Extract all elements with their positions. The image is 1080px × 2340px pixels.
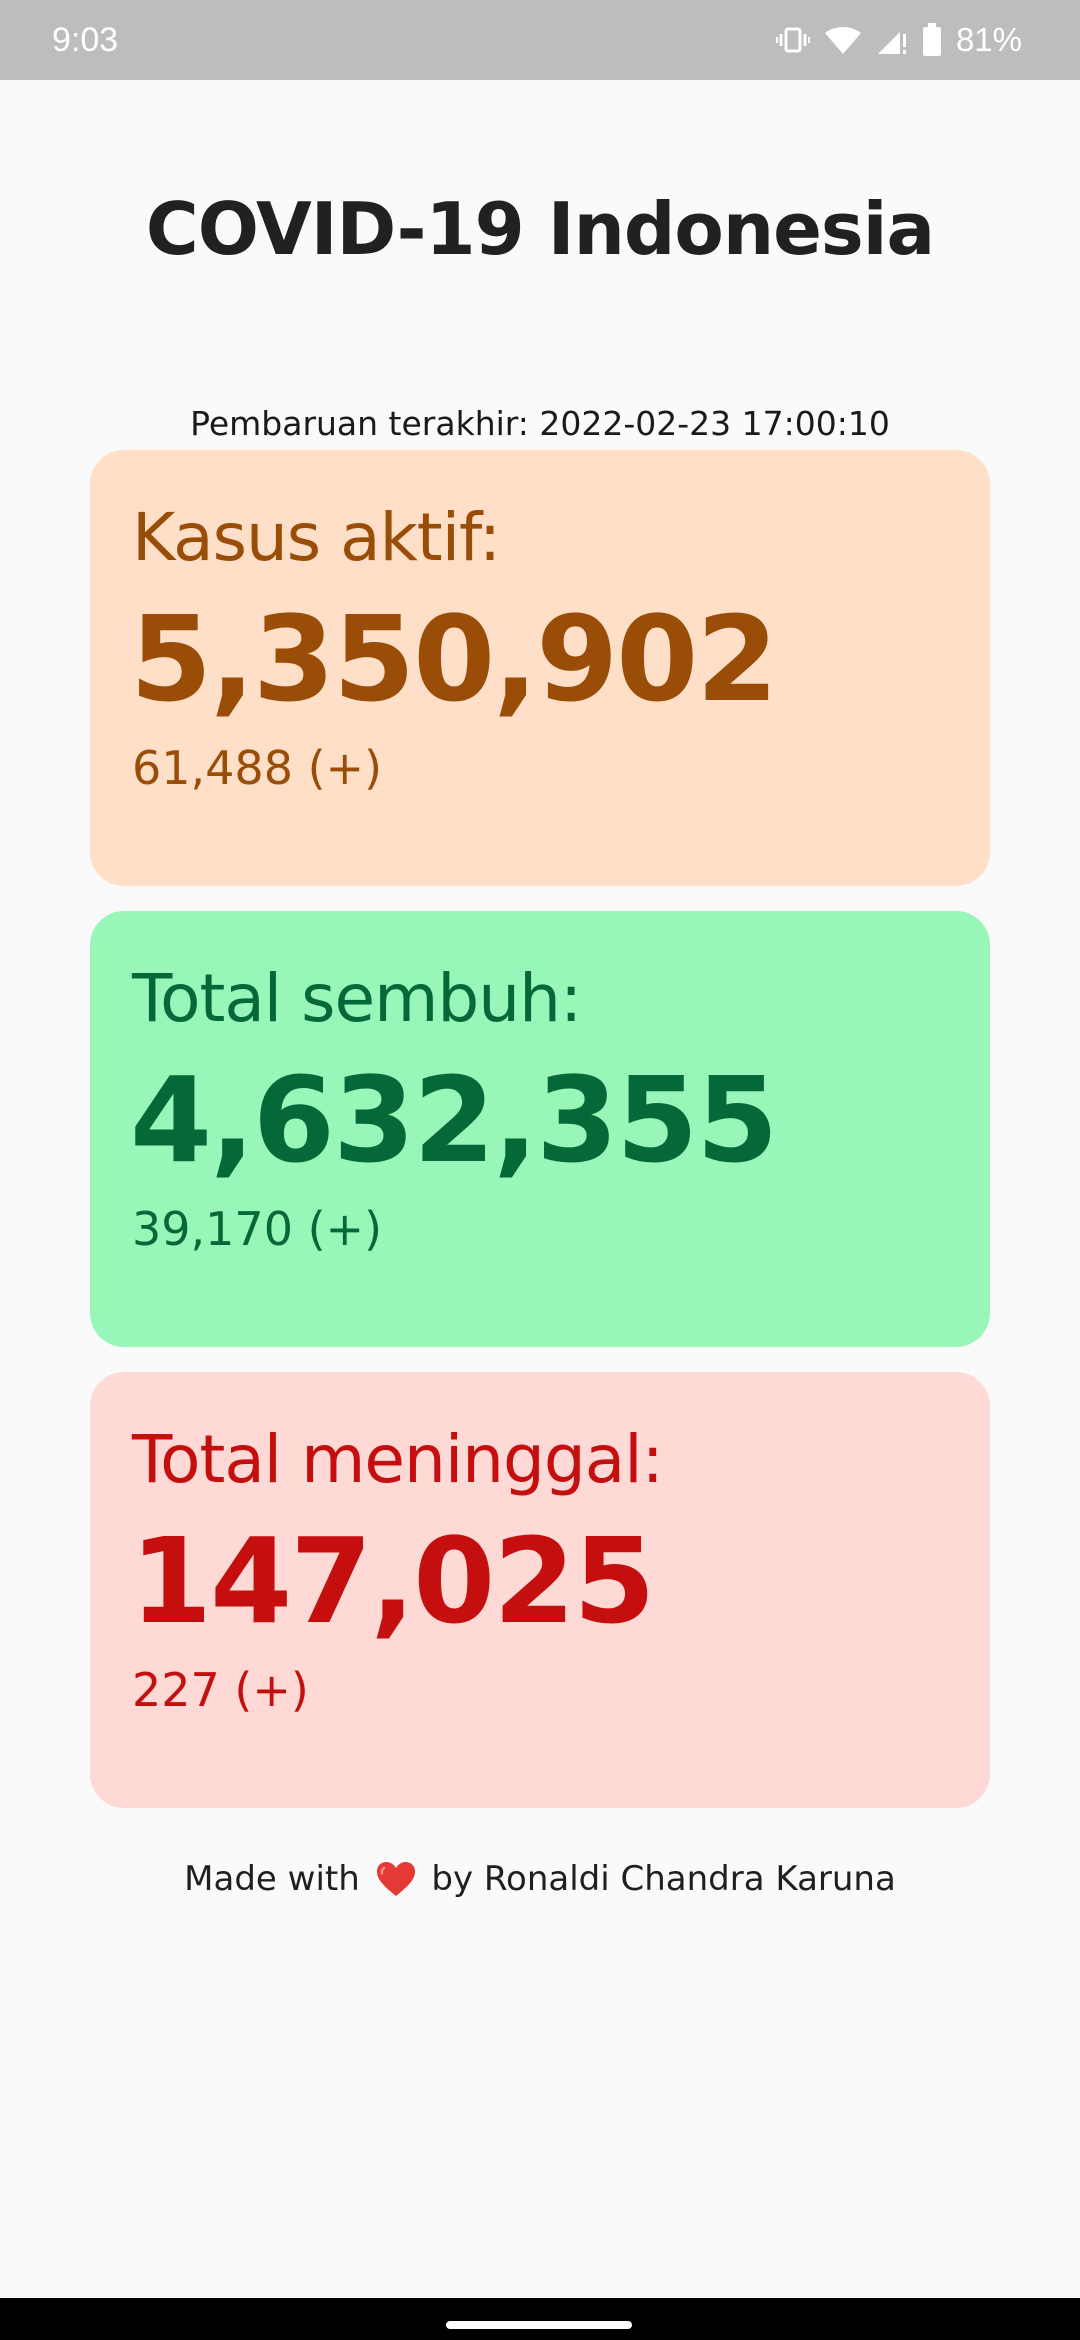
wifi-icon — [824, 24, 862, 56]
active-cases-label: Kasus aktif: — [132, 499, 501, 576]
recovered-delta: 39,170 (+) — [132, 1202, 383, 1256]
deaths-value: 147,025 — [130, 1512, 655, 1650]
last-update-text: Pembaruan terakhir: 2022-02-23 17:00:10 — [190, 404, 890, 443]
active-cases-card: Kasus aktif: 5,350,902 61,488 (+) — [90, 450, 990, 886]
vibrate-icon — [775, 23, 810, 57]
battery-percent: 81% — [955, 21, 1022, 58]
deaths-delta: 227 (+) — [132, 1663, 309, 1717]
active-cases-delta: 61,488 (+) — [132, 741, 383, 795]
heart-icon — [375, 1860, 417, 1912]
active-cases-value: 5,350,902 — [130, 590, 778, 728]
footer-credit: Made with by Ronaldi Chandra Karuna — [0, 1854, 1080, 1912]
recovered-label: Total sembuh: — [132, 960, 582, 1037]
footer-author: by Ronaldi Chandra Karuna — [431, 1859, 896, 1899]
battery-icon — [922, 23, 942, 57]
deaths-label: Total meninggal: — [132, 1421, 664, 1498]
recovered-value: 4,632,355 — [130, 1051, 778, 1189]
signal-icon — [876, 24, 908, 56]
deaths-card: Total meninggal: 147,025 227 (+) — [90, 1372, 990, 1808]
status-time: 9:03 — [52, 21, 119, 59]
navigation-bar — [0, 2298, 1080, 2340]
status-icons: 81% — [775, 18, 1022, 62]
recovered-card: Total sembuh: 4,632,355 39,170 (+) — [90, 911, 990, 1347]
home-indicator[interactable] — [446, 2321, 632, 2329]
footer-made-with: Made with — [184, 1859, 360, 1899]
status-bar: 9:03 81% — [0, 0, 1080, 80]
page-title: COVID-19 Indonesia — [145, 187, 935, 271]
